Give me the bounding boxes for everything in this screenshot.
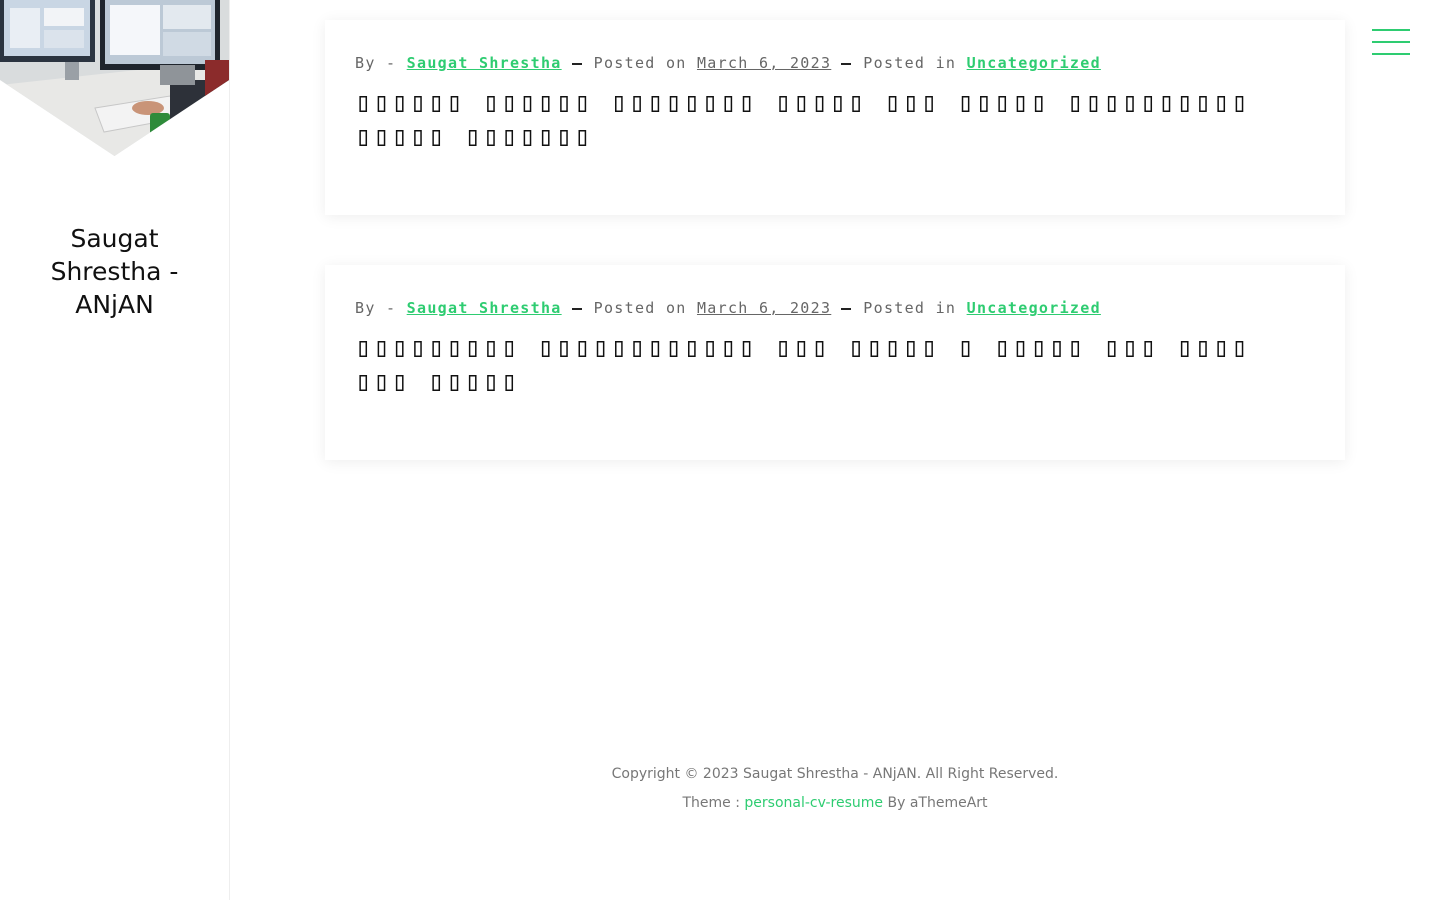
post-meta: By - Saugat Shrestha Posted on March 6, 2… (355, 299, 1315, 317)
post-title: ▯▯▯▯▯▯▯▯▯ ▯▯▯▯▯▯▯▯▯▯▯▯ ▯▯▯ ▯▯▯▯▯ ▯ ▯▯▯▯▯… (355, 331, 1315, 399)
posted-on-label: Posted on (593, 299, 687, 317)
category-link[interactable]: Uncategorized (967, 54, 1101, 72)
post-title-link[interactable]: ▯▯▯▯▯▯▯▯▯ ▯▯▯▯▯▯▯▯▯▯▯▯ ▯▯▯ ▯▯▯▯▯ ▯ ▯▯▯▯▯… (355, 332, 1250, 397)
post-meta: By - Saugat Shrestha Posted on March 6, 2… (355, 54, 1315, 72)
meta-separator (571, 62, 582, 65)
post-card: By - Saugat Shrestha Posted on March 6, 2… (325, 265, 1345, 460)
posted-in-label: Posted in (863, 299, 957, 317)
menu-bar-top (1372, 29, 1410, 31)
meta-separator (841, 307, 852, 310)
theme-link[interactable]: personal-cv-resume (744, 795, 883, 811)
post-title: ▯▯▯▯▯▯ ▯▯▯▯▯▯ ▯▯▯▯▯▯▯▯ ▯▯▯▯▯ ▯▯▯ ▯▯▯▯▯ ▯… (355, 86, 1315, 154)
author-link[interactable]: Saugat Shrestha (407, 299, 562, 317)
meta-separator (571, 307, 582, 310)
author-link[interactable]: Saugat Shrestha (407, 54, 562, 72)
post-date-link[interactable]: March 6, 2023 (697, 54, 831, 72)
post-date-link[interactable]: March 6, 2023 (697, 299, 831, 317)
workspace-photo (0, 0, 229, 156)
by-label: By - (355, 299, 397, 317)
posted-on-label: Posted on (593, 54, 687, 72)
posted-in-label: Posted in (863, 54, 957, 72)
theme-label: Theme : (682, 795, 740, 811)
site-title[interactable]: Saugat Shrestha - ANjAN (0, 222, 229, 321)
by-label: By - (355, 54, 397, 72)
meta-separator (841, 62, 852, 65)
theme-author: By aThemeArt (887, 795, 988, 811)
hamburger-menu-icon[interactable] (1372, 28, 1412, 58)
theme-credit: Theme : personal-cv-resume By aThemeArt (230, 789, 1440, 818)
sidebar: Saugat Shrestha - ANjAN (0, 0, 230, 900)
menu-bar-bottom (1372, 53, 1410, 55)
post-card: By - Saugat Shrestha Posted on March 6, 2… (325, 20, 1345, 215)
menu-bar-middle (1372, 41, 1410, 43)
category-link[interactable]: Uncategorized (967, 299, 1101, 317)
site-footer: Copyright © 2023 Saugat Shrestha - ANjAN… (230, 760, 1440, 818)
header-image (0, 0, 229, 156)
copyright-text: Copyright © 2023 Saugat Shrestha - ANjAN… (611, 766, 1059, 782)
post-title-link[interactable]: ▯▯▯▯▯▯ ▯▯▯▯▯▯ ▯▯▯▯▯▯▯▯ ▯▯▯▯▯ ▯▯▯ ▯▯▯▯▯ ▯… (355, 87, 1250, 152)
